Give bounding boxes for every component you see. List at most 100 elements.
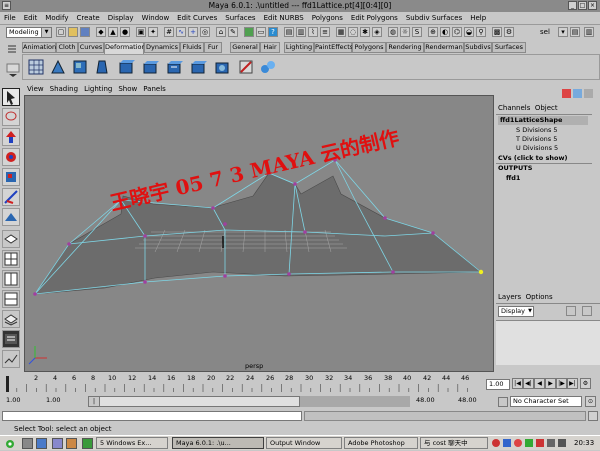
- tab-hair[interactable]: Hair: [260, 42, 280, 53]
- channel-icon-1[interactable]: [562, 89, 571, 98]
- start-menu-icon[interactable]: [4, 438, 16, 449]
- menu-polygons[interactable]: Polygons: [308, 12, 347, 24]
- range-slider[interactable]: |: [88, 396, 300, 407]
- save-scene-icon[interactable]: [80, 27, 90, 37]
- menu-surfaces[interactable]: Surfaces: [221, 12, 259, 24]
- curve-icon[interactable]: S: [412, 27, 422, 37]
- tab-lighting[interactable]: Lighting: [284, 42, 314, 53]
- cluster-deformer-icon[interactable]: [49, 58, 67, 76]
- cluster-icon[interactable]: ◒: [464, 27, 474, 37]
- step-forward-icon[interactable]: |▶: [556, 378, 567, 389]
- nonlinear-wave-icon[interactable]: [189, 58, 207, 76]
- nonlinear-flare-icon[interactable]: [93, 58, 111, 76]
- history-icon[interactable]: ⌂: [216, 27, 226, 37]
- select-hierarchy-icon[interactable]: ◆: [96, 27, 106, 37]
- render-icon[interactable]: ✎: [228, 27, 238, 37]
- output-node-ffd1[interactable]: ffd1: [506, 174, 520, 182]
- snap-curve-icon[interactable]: ∿: [176, 27, 186, 37]
- tab-renderman[interactable]: Renderman: [424, 42, 464, 53]
- new-layer-icon[interactable]: [566, 306, 576, 316]
- pick-icon[interactable]: ✦: [148, 27, 158, 37]
- tray-icon-3[interactable]: [514, 439, 522, 447]
- nonlinear-twist-icon[interactable]: [165, 58, 183, 76]
- menu-edit-polygons[interactable]: Edit Polygons: [347, 12, 402, 24]
- play-backward-icon[interactable]: ◀: [534, 378, 545, 389]
- lattice-icon[interactable]: [27, 58, 45, 76]
- nonlinear-sine-icon[interactable]: [117, 58, 135, 76]
- attr-row-s-divisions[interactable]: S Divisions 5: [516, 126, 558, 135]
- panel-menu-show[interactable]: Show: [115, 84, 140, 95]
- end-time-field[interactable]: 48.00: [456, 396, 492, 407]
- cvs-click-to-show[interactable]: CVs (click to show): [498, 154, 567, 162]
- menu-window[interactable]: Window: [138, 12, 174, 24]
- tray-icon-1[interactable]: [492, 439, 500, 447]
- menu-file[interactable]: File: [0, 12, 20, 24]
- tray-icon-5[interactable]: [536, 439, 544, 447]
- menu-edit-curves[interactable]: Edit Curves: [173, 12, 221, 24]
- current-frame-field[interactable]: 1.00: [486, 379, 510, 390]
- taskbar-item-chat[interactable]: 与 cost 聊天中: [420, 437, 488, 449]
- rotate-tool-icon[interactable]: [2, 148, 20, 166]
- deform-icon[interactable]: ⊕: [428, 27, 438, 37]
- sculpt-deformer-icon[interactable]: [213, 58, 231, 76]
- rig-icon[interactable]: ⚲: [476, 27, 486, 37]
- script-editor-button[interactable]: [588, 411, 598, 421]
- tab-options[interactable]: Options: [526, 293, 553, 301]
- menu-help[interactable]: Help: [466, 12, 490, 24]
- help-icon[interactable]: ?: [268, 27, 278, 37]
- menu-edit-nurbs[interactable]: Edit NURBS: [260, 12, 308, 24]
- layout-graph-icon[interactable]: [2, 350, 20, 368]
- mask-icon[interactable]: ▣: [136, 27, 146, 37]
- channel-icon-2[interactable]: [573, 89, 582, 98]
- select-component-icon[interactable]: ●: [120, 27, 130, 37]
- manipulator-tool-icon[interactable]: [2, 188, 20, 206]
- layer-display-select[interactable]: Display ▼: [498, 306, 534, 317]
- range-slider-track[interactable]: [300, 396, 410, 407]
- sel-field-icon[interactable]: ▾: [558, 27, 568, 37]
- anim-icon[interactable]: ◐: [440, 27, 450, 37]
- volume-icon[interactable]: [547, 439, 555, 447]
- tray-icon-4[interactable]: [525, 439, 533, 447]
- snap-grid-icon[interactable]: #: [164, 27, 174, 37]
- panel-menu-view[interactable]: View: [24, 84, 47, 95]
- playback-start-field[interactable]: 1.00: [44, 396, 70, 407]
- snap-point-icon[interactable]: +: [188, 27, 198, 37]
- select-object-icon[interactable]: ▲: [108, 27, 118, 37]
- tab-painteffects[interactable]: PaintEffects: [314, 42, 353, 53]
- tab-layers[interactable]: Layers: [498, 293, 521, 301]
- start-time-field[interactable]: 1.00: [4, 396, 30, 407]
- taskbar-item-maya[interactable]: Maya 6.0.1: .\u...: [172, 437, 264, 449]
- mode-select[interactable]: Modeling ▼: [6, 27, 52, 38]
- character-set-select[interactable]: No Character Set: [510, 396, 582, 407]
- snap-together-icon[interactable]: ◈: [372, 27, 382, 37]
- step-back-icon[interactable]: ◀|: [523, 378, 534, 389]
- quick-launch-icon-5[interactable]: [82, 438, 93, 449]
- tab-polygons[interactable]: Polygons: [352, 42, 386, 53]
- script-editor-icon[interactable]: ≡: [320, 27, 330, 37]
- tab-rendering[interactable]: Rendering: [386, 42, 424, 53]
- tab-fluids[interactable]: Fluids: [180, 42, 204, 53]
- layout-single-icon[interactable]: [2, 230, 20, 248]
- playback-end-field[interactable]: 48.00: [414, 396, 450, 407]
- render-globals-icon[interactable]: ▭: [256, 27, 266, 37]
- tab-channels[interactable]: Channels: [498, 104, 530, 112]
- taskbar-item-photoshop[interactable]: Adobe Photoshop: [344, 437, 418, 449]
- close-icon[interactable]: ×: [588, 1, 597, 10]
- panel-menu-shading[interactable]: Shading: [47, 84, 81, 95]
- quick-launch-icon-2[interactable]: [36, 438, 47, 449]
- soft-mod-tool-icon[interactable]: [2, 208, 20, 226]
- wire-tool-icon[interactable]: [237, 58, 255, 76]
- network-icon[interactable]: [558, 439, 566, 447]
- scale-tool-icon[interactable]: [2, 168, 20, 186]
- layout-hypershade-icon[interactable]: [2, 310, 20, 328]
- menu-create[interactable]: Create: [72, 12, 103, 24]
- menu-edit[interactable]: Edit: [20, 12, 42, 24]
- layout-four-icon[interactable]: [2, 250, 20, 268]
- tray-icon-2[interactable]: [503, 439, 511, 447]
- quick-launch-icon-4[interactable]: [66, 438, 77, 449]
- nonlinear-bend-icon[interactable]: [71, 58, 89, 76]
- select-tool-icon[interactable]: [2, 88, 20, 106]
- tab-deformation[interactable]: Deformation: [104, 42, 146, 54]
- menu-modify[interactable]: Modify: [41, 12, 72, 24]
- window-menu-icon[interactable]: ≡: [2, 1, 11, 10]
